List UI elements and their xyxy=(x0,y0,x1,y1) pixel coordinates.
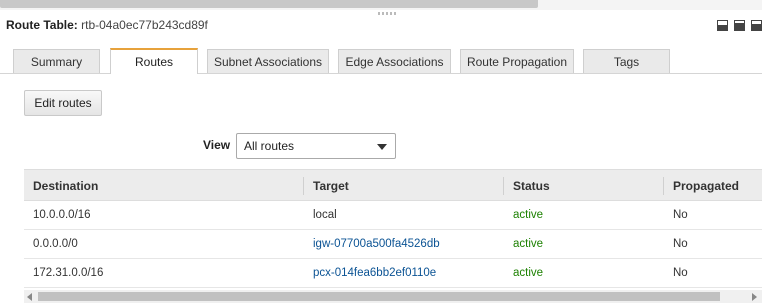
table-row[interactable]: 10.0.0.0/16 local active No xyxy=(24,201,762,230)
scroll-right-icon[interactable] xyxy=(752,293,757,301)
scroll-left-icon[interactable] xyxy=(27,293,32,301)
tab-edge-associations-label: Edge Associations xyxy=(345,54,444,69)
top-scrollbar-thumb[interactable] xyxy=(0,0,538,8)
layout-full-icon[interactable] xyxy=(751,20,762,31)
cell-target: local xyxy=(313,209,337,221)
view-select-value: All routes xyxy=(244,139,295,153)
cell-status: active xyxy=(513,209,544,221)
cell-propagated: No xyxy=(673,209,688,221)
cell-status: active xyxy=(513,267,544,279)
view-label: View xyxy=(203,138,231,152)
route-table-label: Route Table: xyxy=(6,18,78,32)
tab-subnet-associations[interactable]: Subnet Associations xyxy=(207,49,329,73)
top-scrollbar[interactable] xyxy=(0,0,762,10)
panel-layout-controls xyxy=(717,20,762,32)
column-header-status[interactable]: Status xyxy=(513,179,550,193)
tab-summary[interactable]: Summary xyxy=(13,49,100,73)
tab-route-propagation[interactable]: Route Propagation xyxy=(460,49,574,73)
tab-routes[interactable]: Routes xyxy=(110,48,198,74)
column-divider[interactable] xyxy=(503,177,504,195)
tab-routes-label: Routes xyxy=(134,55,174,69)
column-divider[interactable] xyxy=(663,177,664,195)
chevron-down-icon xyxy=(377,144,387,150)
layout-split-icon[interactable] xyxy=(734,20,745,31)
cell-destination: 10.0.0.0/16 xyxy=(33,209,91,221)
cell-status: active xyxy=(513,238,544,250)
route-table-id: rtb-04a0ec77b243cd89f xyxy=(81,18,208,32)
horizontal-scrollbar-thumb[interactable] xyxy=(38,292,720,301)
column-header-propagated[interactable]: Propagated xyxy=(673,179,739,193)
tab-tags-label: Tags xyxy=(613,54,640,69)
table-row[interactable]: 0.0.0.0/0 igw-07700a500fa4526db active N… xyxy=(24,230,762,259)
tab-route-propagation-label: Route Propagation xyxy=(466,54,568,69)
tab-summary-label: Summary xyxy=(30,54,83,69)
resize-grip-icon[interactable] xyxy=(378,12,398,15)
tab-edge-associations[interactable]: Edge Associations xyxy=(338,49,451,73)
horizontal-scrollbar[interactable] xyxy=(24,290,762,303)
table-row[interactable]: 172.31.0.0/16 pcx-014fea6bb2ef0110e acti… xyxy=(24,259,762,288)
column-divider[interactable] xyxy=(303,177,304,195)
cell-target-link[interactable]: pcx-014fea6bb2ef0110e xyxy=(313,267,436,279)
cell-destination: 0.0.0.0/0 xyxy=(33,238,78,250)
column-header-target[interactable]: Target xyxy=(313,179,349,193)
cell-target-link[interactable]: igw-07700a500fa4526db xyxy=(313,238,440,250)
table-header: Destination Target Status Propagated xyxy=(24,169,762,201)
view-select[interactable]: All routes xyxy=(236,133,396,159)
column-header-destination[interactable]: Destination xyxy=(33,179,98,193)
tab-tags[interactable]: Tags xyxy=(583,49,670,73)
layout-bottom-icon[interactable] xyxy=(717,20,728,31)
route-table-header: Route Table: rtb-04a0ec77b243cd89f xyxy=(6,18,208,32)
cell-propagated: No xyxy=(673,238,688,250)
cell-destination: 172.31.0.0/16 xyxy=(33,267,104,279)
cell-propagated: No xyxy=(673,267,688,279)
tab-subnet-associations-label: Subnet Associations xyxy=(213,54,323,69)
edit-routes-button[interactable]: Edit routes xyxy=(24,90,102,116)
